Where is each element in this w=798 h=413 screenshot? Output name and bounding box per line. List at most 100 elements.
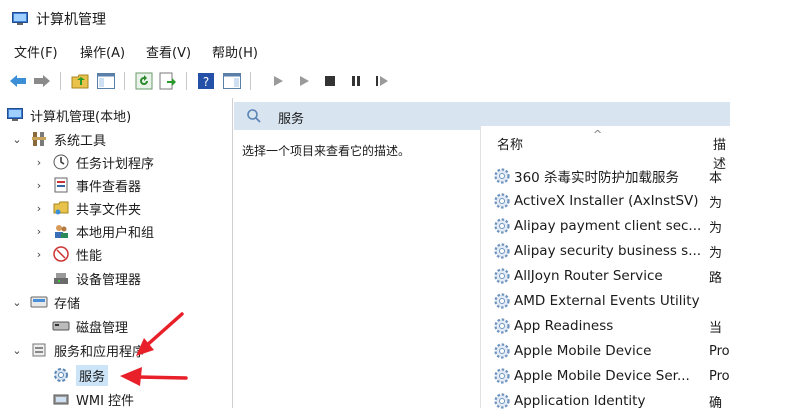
tree-label: 任务计划程序	[76, 156, 155, 172]
service-description: Pro	[709, 368, 730, 384]
service-name: ActiveX Installer (AxInstSV)	[514, 193, 699, 209]
toolbar-separator	[250, 72, 251, 90]
tree-storage[interactable]: ⌄ 存储	[10, 291, 80, 313]
chevron-right-icon[interactable]: ›	[32, 202, 46, 215]
system-tools-icon	[30, 130, 48, 148]
table-row[interactable]: App Readiness 当	[493, 314, 722, 338]
toolbar: ?	[0, 66, 730, 96]
service-gear-icon	[494, 368, 510, 384]
device-manager-icon	[52, 269, 70, 287]
restart-service-icon[interactable]	[372, 71, 392, 91]
service-gear-icon	[494, 193, 510, 209]
tree-label: 共享文件夹	[76, 202, 142, 218]
tree-system-tools[interactable]: ⌄ 系统工具	[10, 128, 106, 150]
chevron-down-icon[interactable]: ⌄	[10, 133, 24, 146]
refresh-icon[interactable]	[134, 71, 154, 91]
service-description: Pro	[709, 343, 730, 359]
table-row[interactable]: Application Identity 确	[493, 389, 722, 413]
tree-services-apps[interactable]: ⌄ 服务和应用程序	[10, 339, 145, 361]
tree-root[interactable]: 计算机管理(本地)	[4, 104, 131, 126]
up-folder-icon[interactable]	[70, 71, 90, 91]
menu-action[interactable]: 操作(A)	[80, 42, 125, 61]
stop-service-icon[interactable]	[320, 71, 340, 91]
table-row[interactable]: AllJoyn Router Service 路	[493, 264, 722, 288]
show-hide-tree-icon[interactable]	[96, 71, 116, 91]
tree-label: 设备管理器	[76, 272, 142, 288]
service-gear-icon	[494, 318, 510, 334]
service-description: 路	[709, 270, 723, 286]
table-row[interactable]: AMD External Events Utility	[493, 289, 700, 313]
service-description: 为	[709, 195, 723, 211]
disk-icon	[52, 317, 70, 335]
tree-label: 磁盘管理	[76, 320, 129, 336]
pause-service-icon[interactable]	[346, 71, 366, 91]
tree-label: 计算机管理(本地)	[30, 109, 132, 125]
tree-task-scheduler[interactable]: › 任务计划程序	[32, 151, 154, 173]
svg-text:?: ?	[203, 75, 209, 89]
menu-help[interactable]: 帮助(H)	[212, 42, 258, 61]
toolbar-separator	[186, 72, 187, 90]
service-description: 本	[709, 170, 723, 186]
tree-local-users[interactable]: › 本地用户和组	[32, 220, 154, 242]
menu-file[interactable]: 文件(F)	[14, 42, 58, 61]
service-gear-icon	[494, 293, 510, 309]
table-row[interactable]: Alipay security business s... 为	[493, 239, 722, 263]
table-row[interactable]: 360 杀毒实时防护加载服务 本	[493, 164, 722, 188]
services-apps-icon	[30, 341, 48, 359]
tree-event-viewer[interactable]: › 事件查看器	[32, 174, 141, 196]
tree-label: WMI 控件	[76, 393, 135, 409]
services-gear-icon	[52, 366, 70, 384]
tree-label: 事件查看器	[76, 179, 142, 195]
users-icon	[52, 222, 70, 240]
start-service-icon[interactable]	[268, 71, 288, 91]
computer-management-icon	[6, 106, 24, 124]
chevron-right-icon[interactable]: ›	[32, 156, 46, 169]
table-row[interactable]: Apple Mobile Device Pro	[493, 339, 730, 363]
tree-services[interactable]: 服务	[46, 364, 109, 386]
service-gear-icon	[494, 243, 510, 259]
table-row[interactable]: Alipay payment client sec... 为	[493, 214, 722, 238]
tree-label: 服务	[76, 364, 109, 386]
toolbar-separator	[60, 72, 61, 90]
service-name: Apple Mobile Device Ser...	[514, 368, 690, 384]
start-service-alt-icon[interactable]	[294, 71, 314, 91]
tree-label: 性能	[76, 248, 103, 264]
service-name: AllJoyn Router Service	[514, 268, 663, 284]
table-row[interactable]: ActiveX Installer (AxInstSV) 为	[493, 189, 722, 213]
service-name: Apple Mobile Device	[514, 343, 652, 359]
help-icon[interactable]: ?	[196, 71, 216, 91]
toolbar-separator	[124, 72, 125, 90]
column-header-name[interactable]: 名称	[497, 134, 523, 153]
table-row[interactable]: Apple Mobile Device Ser... Pro	[493, 364, 730, 388]
chevron-down-icon[interactable]: ⌄	[10, 296, 24, 309]
tree-label: 系统工具	[54, 133, 107, 149]
service-gear-icon	[494, 393, 510, 409]
service-description: 为	[709, 245, 723, 261]
tree-wmi-control[interactable]: WMI 控件	[46, 388, 134, 410]
tree-label: 服务和应用程序	[54, 344, 146, 360]
event-viewer-icon	[52, 176, 70, 194]
wmi-icon	[52, 390, 70, 408]
services-list: 名称 ^ 描述 360 杀毒实时防护加载服务 本 ActiveX Install…	[480, 126, 731, 411]
chevron-right-icon[interactable]: ›	[32, 225, 46, 238]
service-name: 360 杀毒实时防护加载服务	[514, 170, 680, 186]
services-header-title: 服务	[278, 112, 305, 127]
forward-arrow-icon[interactable]	[32, 71, 52, 91]
service-name: Alipay payment client sec...	[514, 218, 700, 234]
service-description-hint: 选择一个项目来查看它的描述。	[242, 144, 411, 158]
tree-label: 本地用户和组	[76, 225, 155, 241]
chevron-down-icon[interactable]: ⌄	[10, 344, 24, 357]
export-list-icon[interactable]	[158, 71, 178, 91]
performance-icon	[52, 245, 70, 263]
chevron-right-icon[interactable]: ›	[32, 248, 46, 261]
tree-device-manager[interactable]: 设备管理器	[46, 267, 141, 289]
tree-performance[interactable]: › 性能	[32, 243, 102, 265]
search-icon	[246, 108, 262, 128]
service-gear-icon	[494, 343, 510, 359]
show-hide-action-pane-icon[interactable]	[222, 71, 242, 91]
back-arrow-icon[interactable]	[8, 71, 28, 91]
tree-shared-folders[interactable]: › 共享文件夹	[32, 197, 141, 219]
tree-disk-management[interactable]: 磁盘管理	[46, 315, 128, 337]
chevron-right-icon[interactable]: ›	[32, 179, 46, 192]
menu-view[interactable]: 查看(V)	[146, 42, 191, 61]
